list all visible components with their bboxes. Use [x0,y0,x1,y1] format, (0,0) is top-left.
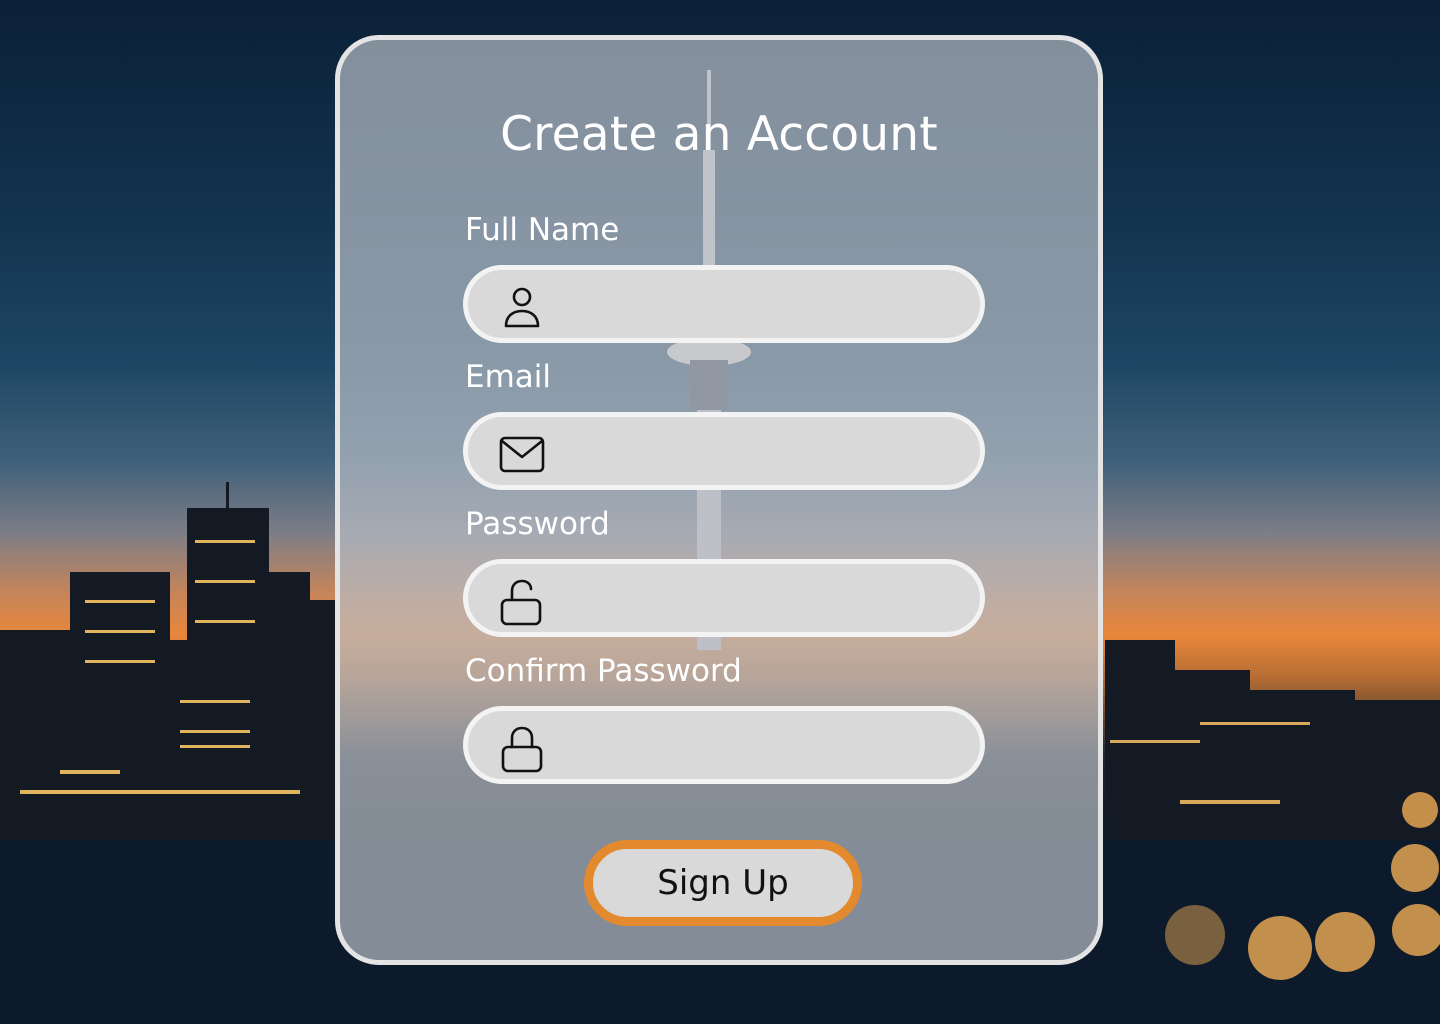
sign-up-button[interactable]: Sign Up [584,840,862,926]
password-label: Password [465,506,610,542]
confirm-password-field[interactable] [463,706,985,784]
unlock-icon [500,579,542,626]
email-label: Email [465,359,552,395]
full-name-label: Full Name [465,212,620,248]
email-field[interactable] [463,412,985,490]
mail-icon [499,436,545,473]
lock-icon [501,726,543,773]
full-name-field[interactable] [463,265,985,343]
signup-card: Create an Account Full Name Email Passwo… [335,35,1103,965]
page-title: Create an Account [500,107,938,162]
full-name-input[interactable] [558,278,962,332]
password-field[interactable] [463,559,985,637]
user-icon [504,287,540,328]
confirm-password-label: Confirm Password [465,653,742,689]
confirm-password-input[interactable] [558,719,962,773]
password-input[interactable] [558,572,962,626]
email-input[interactable] [558,425,962,479]
